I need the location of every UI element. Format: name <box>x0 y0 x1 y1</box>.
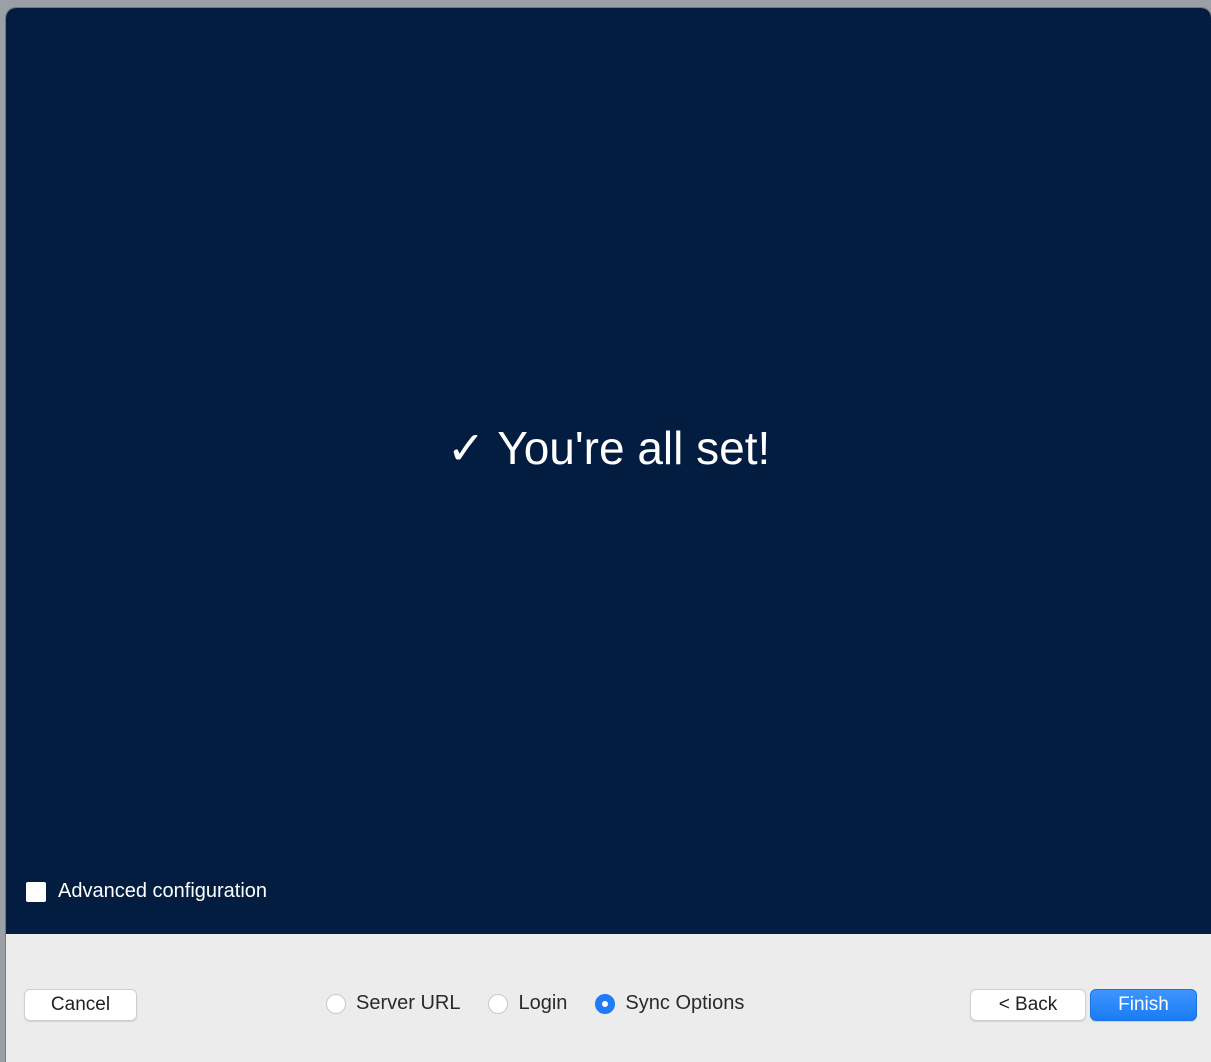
wizard-footer: Cancel Server URL Login Sync Options < B… <box>6 934 1211 1062</box>
step-radio-sync-options[interactable] <box>595 993 616 1014</box>
step-radio-server-url[interactable] <box>326 993 346 1014</box>
finish-button[interactable]: Finish <box>1090 989 1197 1021</box>
step-label-login: Login <box>518 992 568 1014</box>
step-sync-options[interactable]: Sync Options <box>595 992 744 1015</box>
back-button[interactable]: < Back <box>970 989 1086 1021</box>
step-label-sync-options: Sync Options <box>625 992 745 1014</box>
cancel-button[interactable]: Cancel <box>24 989 137 1021</box>
step-label-server-url: Server URL <box>356 992 461 1014</box>
step-server-url[interactable]: Server URL <box>326 992 460 1015</box>
wizard-content-panel: ✓ You're all set! Advanced configuration <box>6 8 1211 934</box>
checkmark-icon: ✓ <box>446 422 486 474</box>
setup-wizard-window: ✓ You're all set! Advanced configuration … <box>6 8 1211 1062</box>
advanced-configuration-checkbox[interactable]: Advanced configuration <box>26 880 267 903</box>
success-headline: ✓ You're all set! <box>6 420 1211 476</box>
headline-text: You're all set! <box>497 422 771 474</box>
step-radio-login[interactable] <box>488 993 509 1014</box>
checkbox-box[interactable] <box>26 881 46 902</box>
wizard-step-indicator: Server URL Login Sync Options <box>326 992 772 1015</box>
advanced-configuration-label: Advanced configuration <box>58 880 268 902</box>
step-login[interactable]: Login <box>488 992 567 1015</box>
